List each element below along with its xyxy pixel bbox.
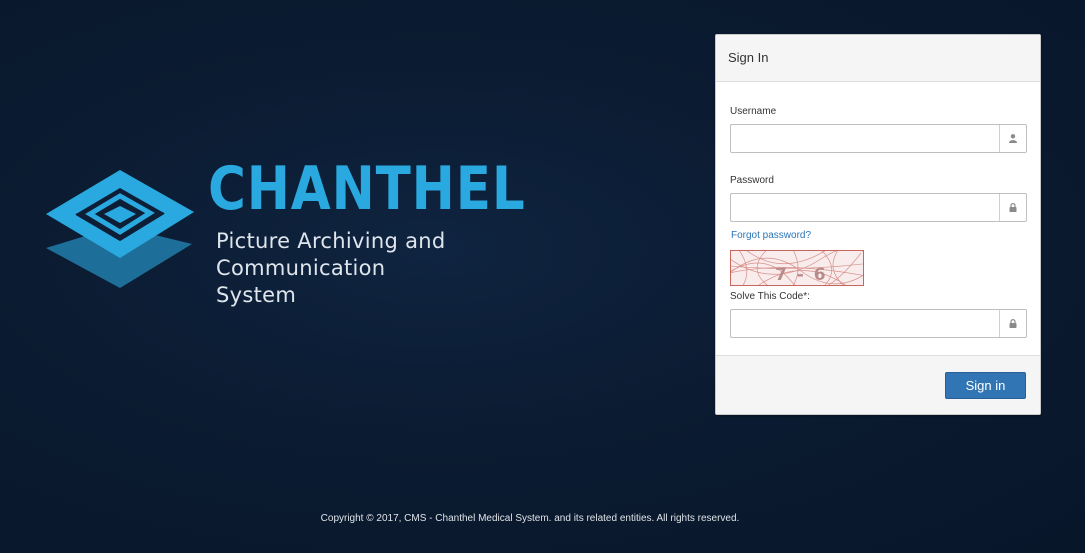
forgot-password-link[interactable]: Forgot password? <box>731 230 1026 241</box>
brand-tagline: Picture Archiving and Communication Syst… <box>216 228 516 309</box>
brand-name: CHANTHEL <box>208 154 526 224</box>
lock-icon <box>999 194 1026 221</box>
captcha-input[interactable] <box>731 310 999 337</box>
tagline-line: Picture Archiving and <box>216 229 446 253</box>
signin-panel-footer: Sign in <box>716 355 1040 414</box>
captcha-image: 7 - 6 <box>730 250 864 286</box>
captcha-input-group <box>730 309 1027 338</box>
captcha-code: 7 - 6 <box>775 265 828 285</box>
sign-in-button[interactable]: Sign in <box>945 372 1026 399</box>
signin-panel-header: Sign In <box>716 35 1040 82</box>
captcha-label: Solve This Code*: <box>730 291 810 302</box>
password-input-group <box>730 193 1027 222</box>
copyright-text: Copyright © 2017, CMS - Chanthel Medical… <box>320 513 740 524</box>
brand-logo-icon <box>46 170 194 288</box>
tagline-line: System <box>216 283 297 307</box>
username-input[interactable] <box>731 125 999 152</box>
lock-icon <box>999 310 1026 337</box>
panel-title: Sign In <box>728 50 769 65</box>
user-icon <box>999 125 1026 152</box>
brand-block: CHANTHEL Picture Archiving and Communica… <box>40 154 525 320</box>
tagline-line: Communication <box>216 256 386 280</box>
password-label: Password <box>730 175 774 186</box>
signin-panel: Sign In Username Password Forgot passwor… <box>715 34 1041 415</box>
username-input-group <box>730 124 1027 153</box>
username-label: Username <box>730 106 777 117</box>
password-input[interactable] <box>731 194 999 221</box>
signin-form: Username Password Forgot password? 7 - 6… <box>716 82 1040 356</box>
